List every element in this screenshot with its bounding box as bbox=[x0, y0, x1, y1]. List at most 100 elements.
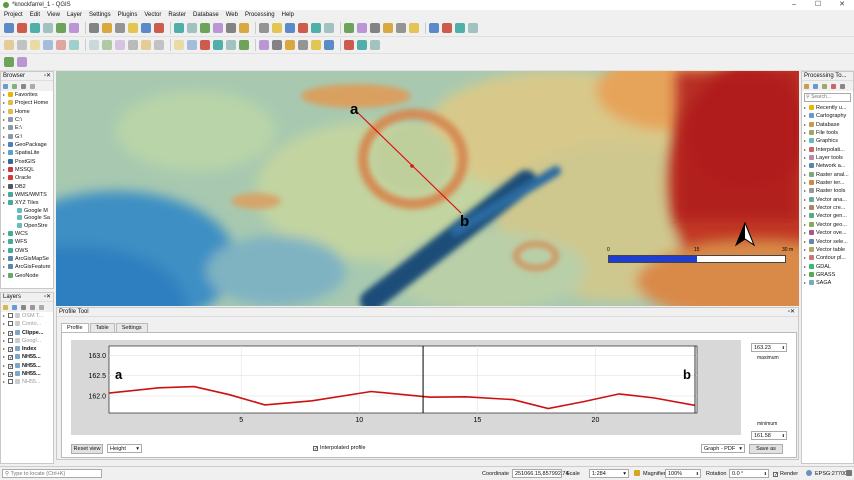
toggle-editing-icon[interactable] bbox=[17, 40, 27, 50]
zoom-native-icon[interactable] bbox=[200, 23, 210, 33]
panel-float-close-icon[interactable]: ▫✕ bbox=[44, 293, 51, 302]
browser-item[interactable]: ▸ C:\ bbox=[3, 116, 53, 124]
zoom-layer-icon[interactable] bbox=[187, 23, 197, 33]
close-button[interactable]: ✕ bbox=[830, 0, 854, 10]
lock-scale-icon[interactable] bbox=[634, 470, 640, 476]
add-selected-icon[interactable] bbox=[3, 83, 8, 89]
pan-to-selection-icon[interactable] bbox=[115, 23, 125, 33]
label-icon[interactable] bbox=[174, 40, 184, 50]
layer-item[interactable]: ▸ Googl... bbox=[3, 337, 53, 345]
menu-view[interactable]: View bbox=[47, 12, 60, 18]
browser-item[interactable]: ▸ Oracle bbox=[3, 174, 53, 182]
show-bookmarks-icon[interactable] bbox=[259, 23, 269, 33]
filter-icon[interactable] bbox=[21, 304, 26, 310]
browser-item[interactable]: ▸ MSSQL bbox=[3, 166, 53, 174]
coordinate-field[interactable]: 251066.15,857992.74 bbox=[512, 469, 569, 478]
results-icon[interactable] bbox=[831, 83, 836, 89]
crs-button[interactable]: EPSG:27700 bbox=[815, 471, 847, 477]
profile-chart[interactable]: 5 10 15 20 162.0 162.5 163.0 a b bbox=[71, 340, 741, 435]
processing-group[interactable]: ▸ Raster tools bbox=[804, 187, 853, 195]
heatmap-icon[interactable] bbox=[298, 40, 308, 50]
show-hide-labels-icon[interactable] bbox=[200, 40, 210, 50]
processing-group[interactable]: ▸ Contour pl... bbox=[804, 254, 853, 262]
locator-search-input[interactable]: ⚲ Type to locate (Ctrl+K) bbox=[2, 469, 102, 478]
processing-group[interactable]: ▸ Vector cre... bbox=[804, 204, 853, 212]
magnifier-spinbox[interactable]: 100% ⬍ bbox=[665, 469, 701, 478]
panel-float-close-icon[interactable]: ▫✕ bbox=[788, 308, 795, 317]
copy-icon[interactable] bbox=[115, 40, 125, 50]
map-canvas[interactable]: a b 0 15 30 m bbox=[56, 71, 799, 306]
pin-labels-icon[interactable] bbox=[187, 40, 197, 50]
layer-item[interactable]: ▸ Conto... bbox=[3, 320, 53, 328]
deselect-icon[interactable] bbox=[311, 23, 321, 33]
history-icon[interactable] bbox=[822, 83, 827, 89]
pan-icon[interactable] bbox=[102, 23, 112, 33]
layer-style-icon[interactable] bbox=[259, 40, 269, 50]
browser-item[interactable]: ▸ XYZ Tiles bbox=[3, 199, 53, 207]
style-manager-icon[interactable] bbox=[89, 23, 99, 33]
tab-table[interactable]: Table bbox=[89, 323, 115, 332]
add-feature-icon[interactable] bbox=[43, 40, 53, 50]
layer-item[interactable]: ▸ OSM T... bbox=[3, 312, 53, 320]
browser-item[interactable]: ▸ ArcGisMapSe bbox=[3, 255, 53, 263]
render-checkbox[interactable]: ✓ Render bbox=[773, 471, 798, 478]
profile-tool-icon[interactable] bbox=[311, 40, 321, 50]
zoom-in-icon[interactable] bbox=[128, 23, 138, 33]
filter-icon[interactable] bbox=[21, 83, 26, 89]
map-tips-icon[interactable] bbox=[383, 23, 393, 33]
layer-item[interactable]: ▸ ✓ Clippe... bbox=[3, 329, 53, 337]
layer-visibility-checkbox[interactable]: ✓ bbox=[8, 363, 13, 369]
identify-icon[interactable] bbox=[285, 23, 295, 33]
browser-item[interactable]: ▸ G:\ bbox=[3, 133, 53, 141]
processing-group[interactable]: ▸ Vector gen... bbox=[804, 212, 853, 220]
height-select[interactable]: Height ▾ bbox=[107, 444, 142, 453]
browser-item[interactable]: ▸ Home bbox=[3, 108, 53, 116]
browser-item[interactable]: ▸ DB2 bbox=[3, 183, 53, 191]
layer-visibility-checkbox[interactable]: ✓ bbox=[8, 355, 13, 361]
processing-group[interactable]: ▸ GDAL bbox=[804, 263, 853, 271]
processing-group[interactable]: ▸ Raster ter... bbox=[804, 179, 853, 187]
processing-group[interactable]: ▸ Cartography bbox=[804, 112, 853, 120]
cut-icon[interactable] bbox=[102, 40, 112, 50]
processing-group[interactable]: ▸ Vector ove... bbox=[804, 229, 853, 237]
help-icon[interactable] bbox=[468, 23, 478, 33]
change-label-icon[interactable] bbox=[239, 40, 249, 50]
redo-icon[interactable] bbox=[154, 40, 164, 50]
browser-item[interactable]: ▸ OWS bbox=[3, 247, 53, 255]
layer-visibility-checkbox[interactable] bbox=[8, 379, 13, 385]
save-as-button[interactable]: Save as bbox=[749, 444, 783, 454]
expand-icon[interactable] bbox=[30, 304, 35, 310]
layer-visibility-checkbox[interactable]: ✓ bbox=[8, 347, 13, 353]
menu-processing[interactable]: Processing bbox=[245, 12, 275, 18]
processing-group[interactable]: ▸ Database bbox=[804, 121, 853, 129]
export-icon[interactable] bbox=[370, 40, 380, 50]
field-calculator-icon[interactable] bbox=[442, 23, 452, 33]
mesh-icon[interactable] bbox=[272, 40, 282, 50]
browser-item[interactable]: ▸ WMS/WMTS bbox=[3, 191, 53, 199]
new-project-icon[interactable] bbox=[4, 23, 14, 33]
rotate-label-icon[interactable] bbox=[226, 40, 236, 50]
processing-group[interactable]: ▸ Graphics bbox=[804, 137, 853, 145]
browser-item[interactable]: ▸ E:\ bbox=[3, 124, 53, 132]
browser-item[interactable]: ▸ WCS bbox=[3, 230, 53, 238]
browser-item[interactable]: ▸ PostGIS bbox=[3, 158, 53, 166]
measure-icon[interactable] bbox=[357, 23, 367, 33]
scale-select[interactable]: 1:284 ▾ bbox=[589, 469, 629, 478]
processing-group[interactable]: ▸ Vector table bbox=[804, 246, 853, 254]
menu-help[interactable]: Help bbox=[282, 12, 294, 18]
refresh-icon[interactable] bbox=[272, 23, 282, 33]
open-attribute-table-icon[interactable] bbox=[324, 23, 334, 33]
select-features-icon[interactable] bbox=[298, 23, 308, 33]
processing-group[interactable]: ▸ Raster anal... bbox=[804, 171, 853, 179]
layer-item[interactable]: ▸ ✓ NH55... bbox=[3, 353, 53, 361]
layer-visibility-checkbox[interactable]: ✓ bbox=[8, 372, 13, 378]
processing-group[interactable]: ▸ File tools bbox=[804, 129, 853, 137]
delete-icon[interactable] bbox=[89, 40, 99, 50]
processing-group[interactable]: ▸ Vector geo... bbox=[804, 221, 853, 229]
processing-group[interactable]: ▸ Interpolati... bbox=[804, 146, 853, 154]
spin-arrows-icon[interactable]: ⬍ bbox=[696, 470, 700, 478]
menu-plugins[interactable]: Plugins bbox=[118, 12, 138, 18]
graph-format-select[interactable]: Graph - PDF ▾ bbox=[701, 444, 745, 453]
spin-arrows-icon[interactable]: ⬍ bbox=[764, 470, 768, 478]
spin-arrows-icon[interactable]: ⬍ bbox=[782, 432, 786, 440]
